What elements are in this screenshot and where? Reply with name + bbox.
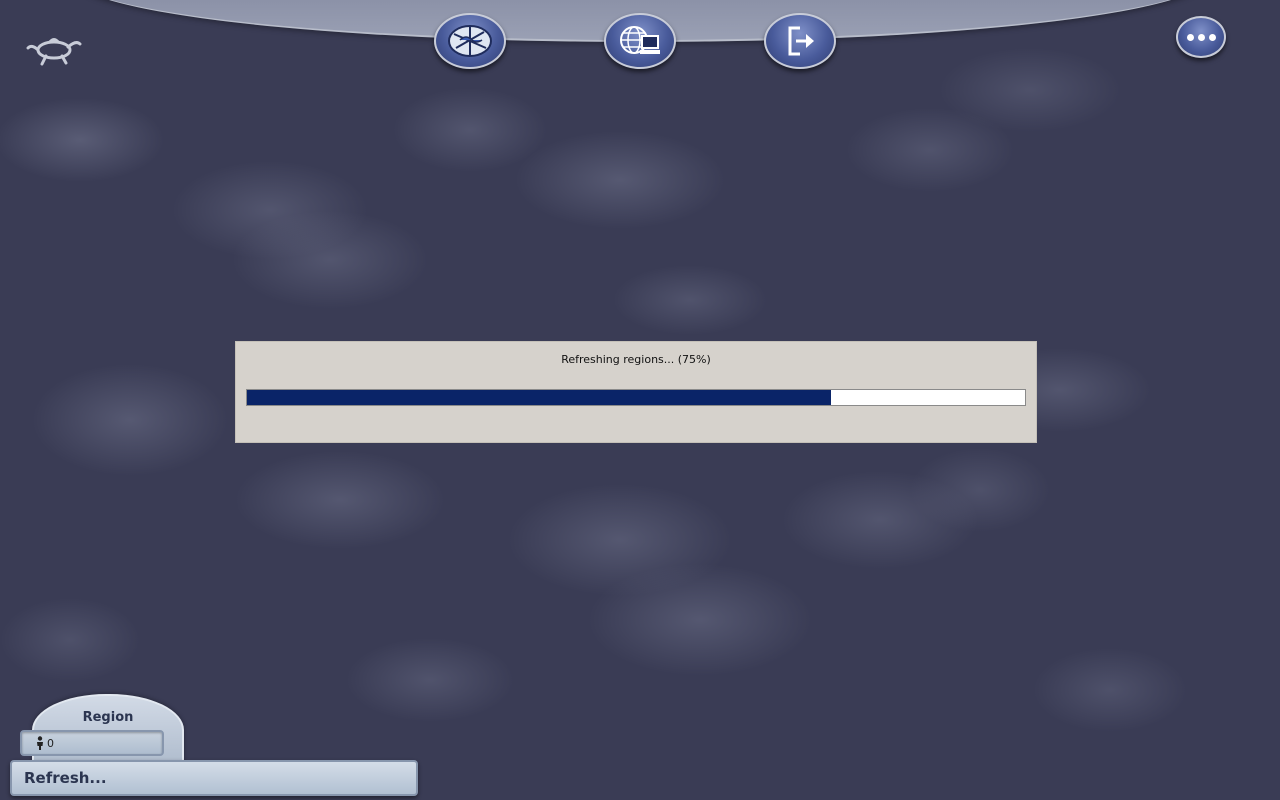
progress-bar (246, 389, 1026, 406)
person-icon (37, 736, 43, 750)
region-title: Region (82, 710, 134, 725)
population-field: 0 (20, 730, 164, 756)
globe-computer-icon (620, 26, 660, 54)
regions-button[interactable] (434, 13, 506, 69)
turtle-logo-icon (26, 38, 82, 66)
population-value: 0 (47, 736, 54, 750)
exit-button[interactable] (764, 13, 836, 69)
neighborhoods-button[interactable] (604, 13, 676, 69)
exit-arrow-icon (788, 26, 814, 56)
region-map-icon (448, 25, 492, 57)
progress-bar-fill (247, 390, 831, 405)
ellipsis-icon (1186, 33, 1216, 41)
status-text: Refresh... (24, 769, 107, 787)
status-bar: Refresh... (10, 760, 418, 796)
progress-message: Refreshing regions... (75%) (561, 353, 711, 366)
more-options-button[interactable] (1176, 16, 1226, 58)
progress-dialog: Refreshing regions... (75%) (236, 342, 1036, 442)
